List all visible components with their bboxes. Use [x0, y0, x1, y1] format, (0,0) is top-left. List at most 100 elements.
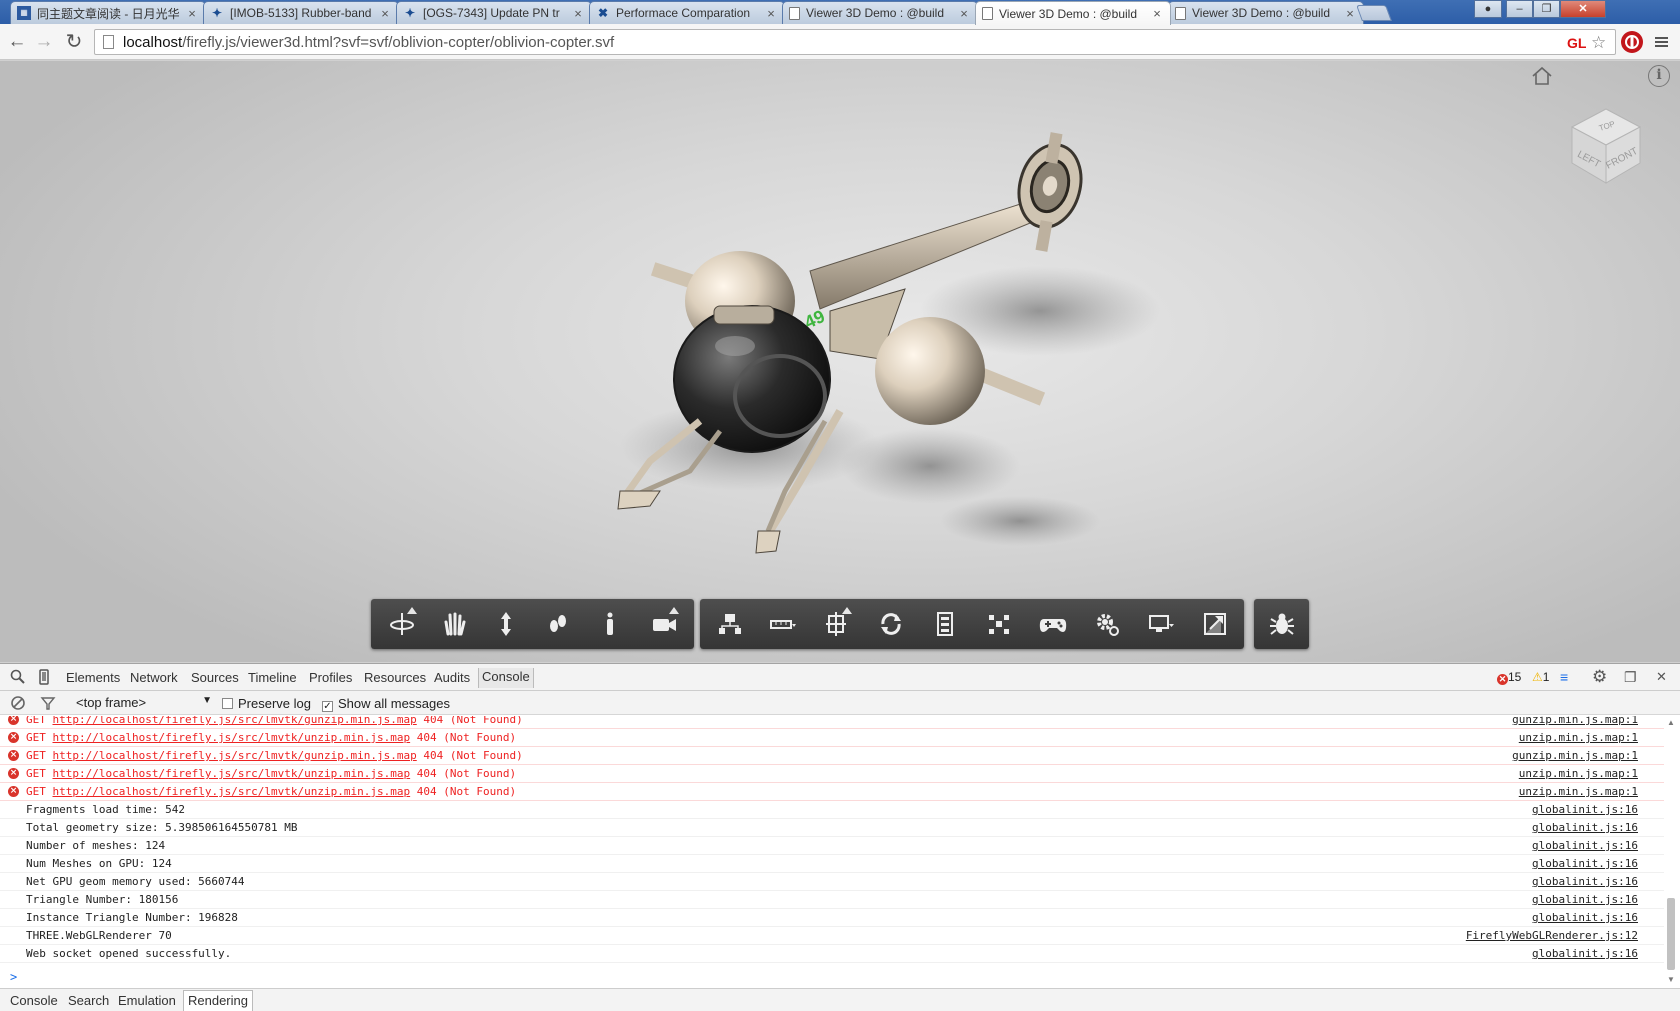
source-link[interactable]: unzip.min.js.map:1	[1519, 765, 1638, 782]
minimize-button[interactable]: –	[1506, 0, 1533, 18]
camera-icon[interactable]	[639, 599, 689, 649]
source-link[interactable]: globalinit.js:16	[1532, 801, 1638, 818]
settings-gear-icon[interactable]: ⚙	[1592, 667, 1607, 687]
frame-selector[interactable]: <top frame> ▼	[76, 695, 212, 710]
debug-icon[interactable]	[1257, 599, 1307, 649]
tab-console[interactable]: Console	[478, 668, 534, 688]
section-icon[interactable]	[812, 599, 862, 649]
first-person-icon[interactable]	[533, 599, 583, 649]
scroll-up-icon[interactable]: ▲	[1667, 718, 1675, 727]
request-url-link[interactable]: http://localhost/firefly.js/src/lmvtk/gu…	[53, 749, 417, 762]
source-link[interactable]: FireflyWebGLRenderer.js:12	[1466, 927, 1638, 944]
pan-icon[interactable]	[429, 599, 479, 649]
measure-icon[interactable]	[758, 599, 808, 649]
walk-icon[interactable]	[585, 599, 635, 649]
source-link[interactable]: unzip.min.js.map:1	[1519, 729, 1638, 746]
browser-tab[interactable]: Viewer 3D Demo : @build ×	[975, 1, 1171, 25]
source-link[interactable]: globalinit.js:16	[1532, 945, 1638, 962]
viewer-3d-canvas[interactable]: 49 i TOP LEFT FRONT	[0, 61, 1680, 662]
source-link[interactable]: globalinit.js:16	[1532, 909, 1638, 926]
clear-console-icon[interactable]	[10, 695, 26, 714]
show-all-messages-option[interactable]: ✓ Show all messages	[322, 696, 450, 712]
device-mode-icon[interactable]	[38, 668, 50, 689]
preserve-log-checkbox[interactable]	[222, 698, 233, 709]
zoom-icon[interactable]	[481, 599, 531, 649]
preserve-log-option[interactable]: Preserve log	[222, 696, 311, 711]
tab-timeline[interactable]: Timeline	[248, 670, 297, 685]
url-text[interactable]: localhost/firefly.js/viewer3d.html?svf=s…	[123, 34, 614, 51]
settings-icon[interactable]	[1082, 599, 1132, 649]
browser-tab[interactable]: ✦ [IMOB-5133] Rubber-band ×	[203, 1, 399, 24]
explode-icon[interactable]	[974, 599, 1024, 649]
fullscreen-icon[interactable]	[1190, 599, 1240, 649]
orbit-icon[interactable]	[377, 599, 427, 649]
source-link[interactable]: unzip.min.js.map:1	[1519, 783, 1638, 800]
filter-icon[interactable]	[40, 695, 56, 714]
drawer-tab-search[interactable]: Search	[68, 993, 109, 1008]
close-tab-icon[interactable]: ×	[378, 6, 392, 21]
close-tab-icon[interactable]: ×	[571, 6, 585, 21]
tab-resources[interactable]: Resources	[364, 670, 426, 685]
tab-sources[interactable]: Sources	[191, 670, 239, 685]
request-url-link[interactable]: http://localhost/firefly.js/src/lmvtk/gu…	[53, 716, 417, 726]
source-link[interactable]: globalinit.js:16	[1532, 819, 1638, 836]
browser-tab[interactable]: Viewer 3D Demo : @build ×	[782, 1, 978, 24]
drawer-toggle-icon[interactable]: ≡	[1560, 669, 1568, 685]
menu-icon[interactable]	[1650, 31, 1672, 53]
properties-icon[interactable]	[920, 599, 970, 649]
drawer-tab-console[interactable]: Console	[10, 993, 58, 1008]
request-url-link[interactable]: http://localhost/firefly.js/src/lmvtk/un…	[53, 731, 411, 744]
source-link[interactable]: gunzip.min.js.map:1	[1512, 747, 1638, 764]
close-window-button[interactable]: ✕	[1560, 0, 1606, 18]
close-tab-icon[interactable]: ×	[185, 6, 199, 21]
inspect-icon[interactable]	[10, 668, 26, 689]
error-counter[interactable]: ✕ 15	[1497, 670, 1521, 685]
source-link[interactable]: globalinit.js:16	[1532, 873, 1638, 890]
close-tab-icon[interactable]: ×	[764, 6, 778, 21]
scrollbar-thumb[interactable]	[1667, 898, 1675, 970]
browser-tab[interactable]: ✦ [OGS-7343] Update PN tr ×	[396, 1, 592, 24]
back-button[interactable]: ←	[5, 30, 29, 54]
tab-audits[interactable]: Audits	[434, 670, 470, 685]
new-tab-button[interactable]	[1356, 5, 1392, 21]
dock-side-icon[interactable]: ❐	[1624, 669, 1637, 686]
tab-elements[interactable]: Elements	[66, 670, 120, 685]
request-url-link[interactable]: http://localhost/firefly.js/src/lmvtk/un…	[53, 767, 411, 780]
source-link[interactable]: globalinit.js:16	[1532, 837, 1638, 854]
explode-rotate-icon[interactable]	[866, 599, 916, 649]
tab-network[interactable]: Network	[130, 670, 178, 685]
source-link[interactable]: globalinit.js:16	[1532, 855, 1638, 872]
reload-button[interactable]: ↻	[62, 30, 86, 54]
bookmark-star-icon[interactable]: ☆	[1591, 30, 1606, 56]
maximize-button[interactable]: ❐	[1533, 0, 1560, 18]
forward-button[interactable]: →	[32, 30, 56, 54]
warning-counter[interactable]: ⚠1	[1532, 670, 1549, 684]
scroll-down-icon[interactable]: ▼	[1667, 975, 1675, 984]
model-structure-icon[interactable]	[705, 599, 755, 649]
tab-profiles[interactable]: Profiles	[309, 670, 352, 685]
drawer-tab-emulation[interactable]: Emulation	[118, 993, 176, 1008]
address-bar[interactable]: localhost/firefly.js/viewer3d.html?svf=s…	[94, 29, 1616, 55]
close-tab-icon[interactable]: ×	[957, 6, 971, 21]
source-link[interactable]: globalinit.js:16	[1532, 891, 1638, 908]
info-icon[interactable]: i	[1648, 65, 1670, 87]
show-all-checkbox[interactable]: ✓	[322, 701, 333, 712]
game-controller-icon[interactable]	[1028, 599, 1078, 649]
source-link[interactable]: gunzip.min.js.map:1	[1512, 716, 1638, 728]
close-devtools-icon[interactable]: ✕	[1656, 669, 1667, 685]
home-icon[interactable]	[1528, 65, 1556, 89]
viewcube[interactable]: TOP LEFT FRONT	[1562, 97, 1650, 189]
close-tab-icon[interactable]: ×	[1343, 6, 1357, 21]
display-icon[interactable]	[1136, 599, 1186, 649]
adblock-icon[interactable]	[1621, 31, 1643, 53]
browser-tab[interactable]: Viewer 3D Demo : @build ×	[1168, 1, 1364, 24]
console-scrollbar[interactable]: ▲ ▼	[1666, 718, 1676, 984]
browser-tab[interactable]: ✖ Performace Comparation ×	[589, 1, 785, 24]
browser-tab[interactable]: ▦ 同主题文章阅读 - 日月光华 ×	[10, 1, 206, 24]
console-prompt[interactable]: >	[0, 970, 1664, 988]
drawer-tab-rendering[interactable]: Rendering	[183, 990, 253, 1011]
request-url-link[interactable]: http://localhost/firefly.js/src/lmvtk/un…	[53, 785, 411, 798]
close-tab-icon[interactable]: ×	[1150, 6, 1164, 21]
user-icon[interactable]: ●	[1474, 0, 1502, 18]
gl-extension-label[interactable]: GL	[1567, 30, 1586, 56]
